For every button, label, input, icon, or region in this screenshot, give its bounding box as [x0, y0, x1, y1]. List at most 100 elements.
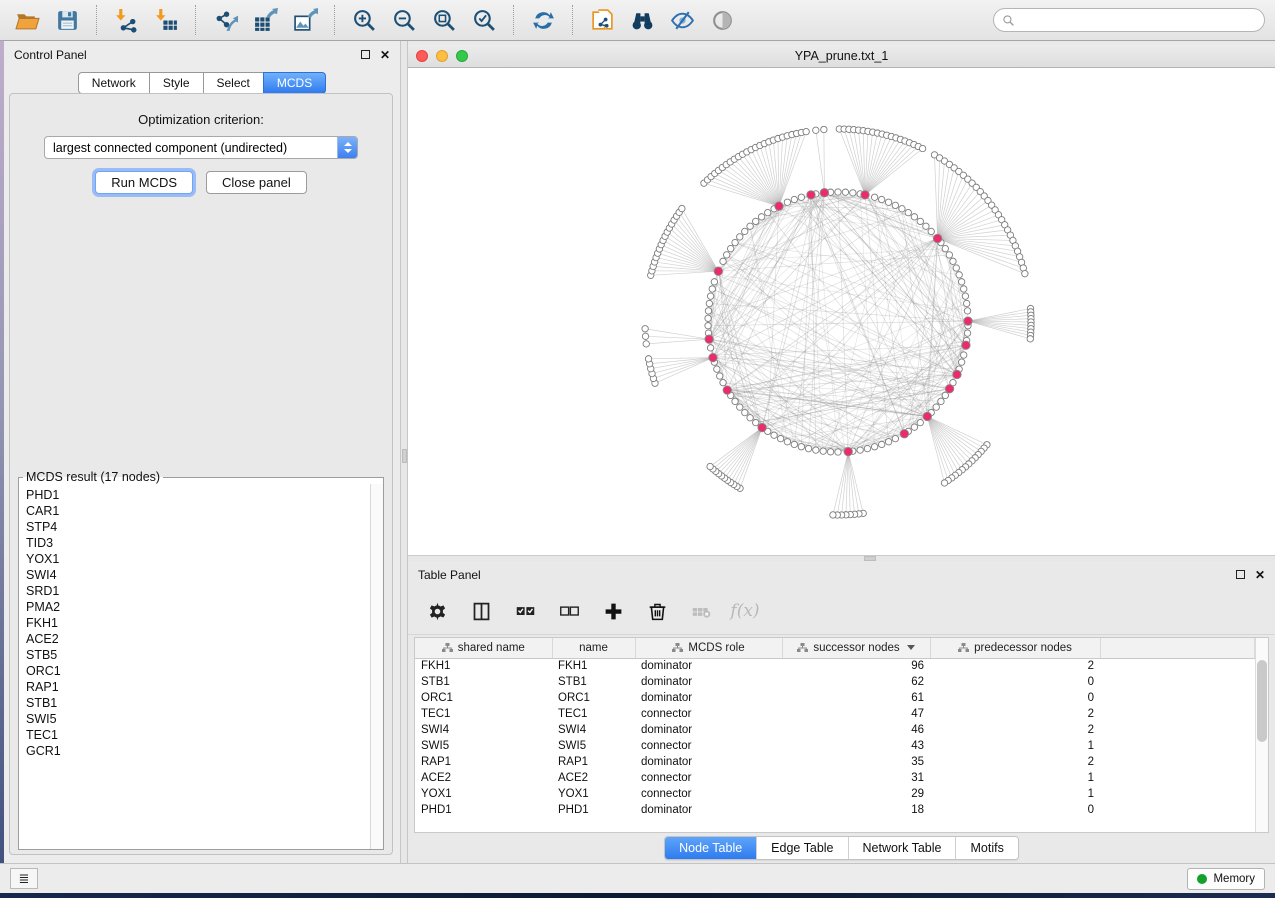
vertical-splitter[interactable] [400, 41, 408, 863]
horizontal-splitter[interactable] [408, 555, 1275, 561]
table-row[interactable]: YOX1YOX1connector291 [415, 786, 1255, 802]
criterion-dropdown[interactable]: largest connected component (undirected) [44, 136, 358, 159]
splitter-grip[interactable] [864, 556, 876, 561]
close-panel-button[interactable]: Close panel [206, 171, 307, 194]
zoom-fit-button[interactable] [427, 4, 461, 36]
import-network-button[interactable] [109, 4, 143, 36]
search-input[interactable] [1020, 13, 1256, 27]
tab-node-table[interactable]: Node Table [665, 837, 757, 859]
network-view[interactable] [408, 68, 1275, 555]
show-all-button[interactable] [705, 4, 739, 36]
result-item[interactable]: RAP1 [26, 679, 370, 695]
close-panel-icon[interactable]: ✕ [1255, 568, 1265, 582]
result-scrollbar[interactable] [370, 484, 383, 849]
table-row[interactable]: SWI5SWI5connector431 [415, 738, 1255, 754]
result-item[interactable]: YOX1 [26, 551, 370, 567]
tab-select[interactable]: Select [203, 72, 263, 94]
splitter-grip[interactable] [402, 449, 407, 463]
table-row[interactable]: FKH1FKH1dominator962 [415, 658, 1255, 674]
delete-column-button[interactable] [642, 596, 672, 626]
optimization-label: Optimization criterion: [138, 112, 264, 127]
table-row[interactable]: SWI4SWI4dominator462 [415, 722, 1255, 738]
cell: connector [635, 786, 782, 802]
cell: PHD1 [552, 802, 635, 818]
result-item[interactable]: GCR1 [26, 743, 370, 759]
export-table-button[interactable] [248, 4, 282, 36]
table-row[interactable]: ACE2ACE2connector311 [415, 770, 1255, 786]
column-header-successor-nodes[interactable]: successor nodes [782, 638, 930, 658]
tab-network[interactable]: Network [78, 72, 149, 94]
open-folder-icon [15, 8, 40, 33]
result-item[interactable]: SRD1 [26, 583, 370, 599]
zoom-selected-button[interactable] [467, 4, 501, 36]
table-row[interactable]: ORC1ORC1dominator610 [415, 690, 1255, 706]
result-item[interactable]: STP4 [26, 519, 370, 535]
hide-selected-button[interactable] [665, 4, 699, 36]
refresh-network-button[interactable] [526, 4, 560, 36]
tab-edge-table[interactable]: Edge Table [757, 837, 848, 859]
result-item[interactable]: ORC1 [26, 663, 370, 679]
mcds-tab-content: Optimization criterion: largest connecte… [9, 93, 393, 855]
table-row[interactable]: STB1STB1dominator620 [415, 674, 1255, 690]
right-region: YPA_prune.txt_1 Table Panel ✕ [408, 41, 1275, 863]
zoom-in-button[interactable] [347, 4, 381, 36]
float-panel-icon[interactable] [1236, 570, 1245, 579]
table-options-button[interactable] [422, 596, 452, 626]
tab-style[interactable]: Style [149, 72, 203, 94]
save-session-button[interactable] [50, 4, 84, 36]
cell: STB1 [552, 674, 635, 690]
result-item[interactable]: TID3 [26, 535, 370, 551]
export-image-button[interactable] [288, 4, 322, 36]
result-item[interactable]: PHD1 [26, 487, 370, 503]
show-columns-button[interactable] [466, 596, 496, 626]
column-header-name[interactable]: name [552, 638, 635, 658]
result-item[interactable]: TEC1 [26, 727, 370, 743]
result-item[interactable]: FKH1 [26, 615, 370, 631]
cell: 29 [782, 786, 930, 802]
clone-network-button[interactable] [585, 4, 619, 36]
close-panel-icon[interactable]: ✕ [380, 48, 390, 62]
scrollbar-thumb[interactable] [1257, 660, 1267, 742]
table-row[interactable]: PHD1PHD1dominator180 [415, 802, 1255, 818]
cell: YOX1 [552, 786, 635, 802]
select-all-button[interactable] [510, 596, 540, 626]
cell: SWI5 [552, 738, 635, 754]
result-item[interactable]: PMA2 [26, 599, 370, 615]
zoom-out-button[interactable] [387, 4, 421, 36]
cell: connector [635, 738, 782, 754]
table-scrollbar[interactable] [1255, 638, 1268, 832]
deselect-all-icon [559, 601, 580, 622]
import-table-button[interactable] [149, 4, 183, 36]
open-file-button[interactable] [10, 4, 44, 36]
memory-label: Memory [1213, 873, 1255, 885]
tab-motifs[interactable]: Motifs [956, 837, 1017, 859]
export-network-button[interactable] [208, 4, 242, 36]
column-header-shared-name[interactable]: shared name [415, 638, 552, 658]
deselect-all-button[interactable] [554, 596, 584, 626]
column-header-MCDS-role[interactable]: MCDS role [635, 638, 782, 658]
result-item[interactable]: SWI5 [26, 711, 370, 727]
network-graph[interactable] [408, 68, 1274, 555]
tab-network-table[interactable]: Network Table [849, 837, 957, 859]
cell: 2 [930, 754, 1100, 770]
task-history-button[interactable]: ≣ [10, 868, 38, 889]
cell: 96 [782, 658, 930, 674]
delete-table-button[interactable] [686, 596, 716, 626]
memory-button[interactable]: Memory [1187, 868, 1265, 890]
tab-mcds[interactable]: MCDS [263, 72, 326, 94]
result-item[interactable]: STB5 [26, 647, 370, 663]
result-item[interactable]: ACE2 [26, 631, 370, 647]
function-builder-button[interactable]: f(x) [730, 596, 760, 626]
run-mcds-button[interactable]: Run MCDS [95, 171, 193, 194]
result-item[interactable]: CAR1 [26, 503, 370, 519]
table-row[interactable]: RAP1RAP1dominator352 [415, 754, 1255, 770]
float-panel-icon[interactable] [361, 50, 370, 59]
result-item[interactable]: SWI4 [26, 567, 370, 583]
table-row[interactable]: TEC1TEC1connector472 [415, 706, 1255, 722]
toolbar-separator [572, 5, 573, 35]
column-header-predecessor-nodes[interactable]: predecessor nodes [930, 638, 1100, 658]
result-item[interactable]: STB1 [26, 695, 370, 711]
add-column-button[interactable] [598, 596, 628, 626]
find-in-network-button[interactable] [625, 4, 659, 36]
mcds-result-list[interactable]: PHD1CAR1STP4TID3YOX1SWI4SRD1PMA2FKH1ACE2… [19, 484, 370, 849]
